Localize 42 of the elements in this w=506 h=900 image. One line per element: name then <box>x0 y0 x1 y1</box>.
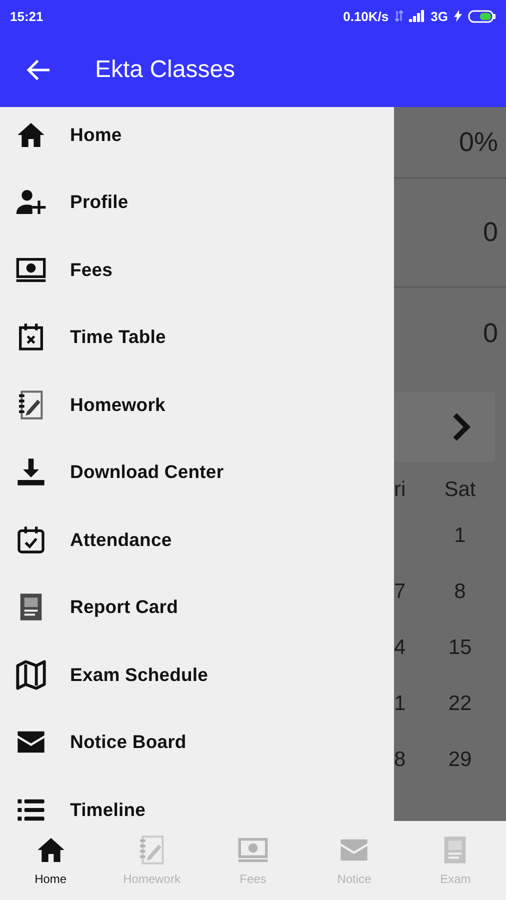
nav-tab[interactable]: Homework <box>101 821 202 900</box>
drawer-item[interactable]: Profile <box>0 168 138 236</box>
battery-icon <box>468 10 496 22</box>
calendar-day[interactable]: 29 <box>448 748 472 772</box>
calendar-day[interactable]: 15 <box>448 636 472 660</box>
charging-icon <box>454 10 462 22</box>
calendar-day[interactable]: 1 <box>394 692 406 716</box>
stat-value: 0% <box>458 126 498 158</box>
nav-tab[interactable]: Notice <box>304 821 405 900</box>
stat-value: 0 <box>482 217 498 248</box>
calendar-day[interactable]: 7 <box>394 580 406 604</box>
drawer-item[interactable]: Time Table <box>0 304 176 371</box>
nav-tab[interactable]: Fees <box>202 821 304 900</box>
drawer-item[interactable]: Attendance <box>0 506 182 574</box>
network-type: 3G <box>430 8 448 24</box>
download-icon <box>15 456 47 488</box>
app-title: Ekta Classes <box>95 56 236 84</box>
weekday-label: Sat <box>444 478 476 502</box>
drawer-item[interactable]: Download Center <box>0 438 234 506</box>
map-icon <box>15 658 47 691</box>
drawer-item[interactable]: Report Card <box>0 574 188 641</box>
calendar-day[interactable]: 8 <box>454 580 466 604</box>
calendar-check-icon <box>15 524 47 556</box>
drawer-item[interactable]: Exam Schedule <box>0 641 218 708</box>
drawer-item[interactable]: Notice Board <box>0 708 196 776</box>
calendar-day[interactable]: 8 <box>394 748 406 772</box>
data-arrows-icon <box>394 10 403 22</box>
stat-value: 0 <box>482 318 498 348</box>
calendar-day[interactable]: 22 <box>448 692 472 716</box>
drawer-item[interactable]: Homework <box>0 371 176 438</box>
drawer-item[interactable]: Timeline <box>0 776 156 821</box>
signal-icon <box>408 10 425 22</box>
drawer-item[interactable]: Home <box>0 107 132 168</box>
nav-tab[interactable]: Home <box>0 821 102 900</box>
calendar-day[interactable]: 4 <box>394 636 406 660</box>
weekday-label: ri <box>394 478 406 502</box>
calendar-day[interactable]: 1 <box>454 524 466 548</box>
network-speed: 0.10K/s <box>343 8 389 24</box>
clock: 15:21 <box>10 8 44 24</box>
nav-tab[interactable]: Exam <box>404 821 506 900</box>
drawer-item[interactable]: Fees <box>0 236 123 304</box>
chevron-right-icon[interactable] <box>451 412 473 442</box>
